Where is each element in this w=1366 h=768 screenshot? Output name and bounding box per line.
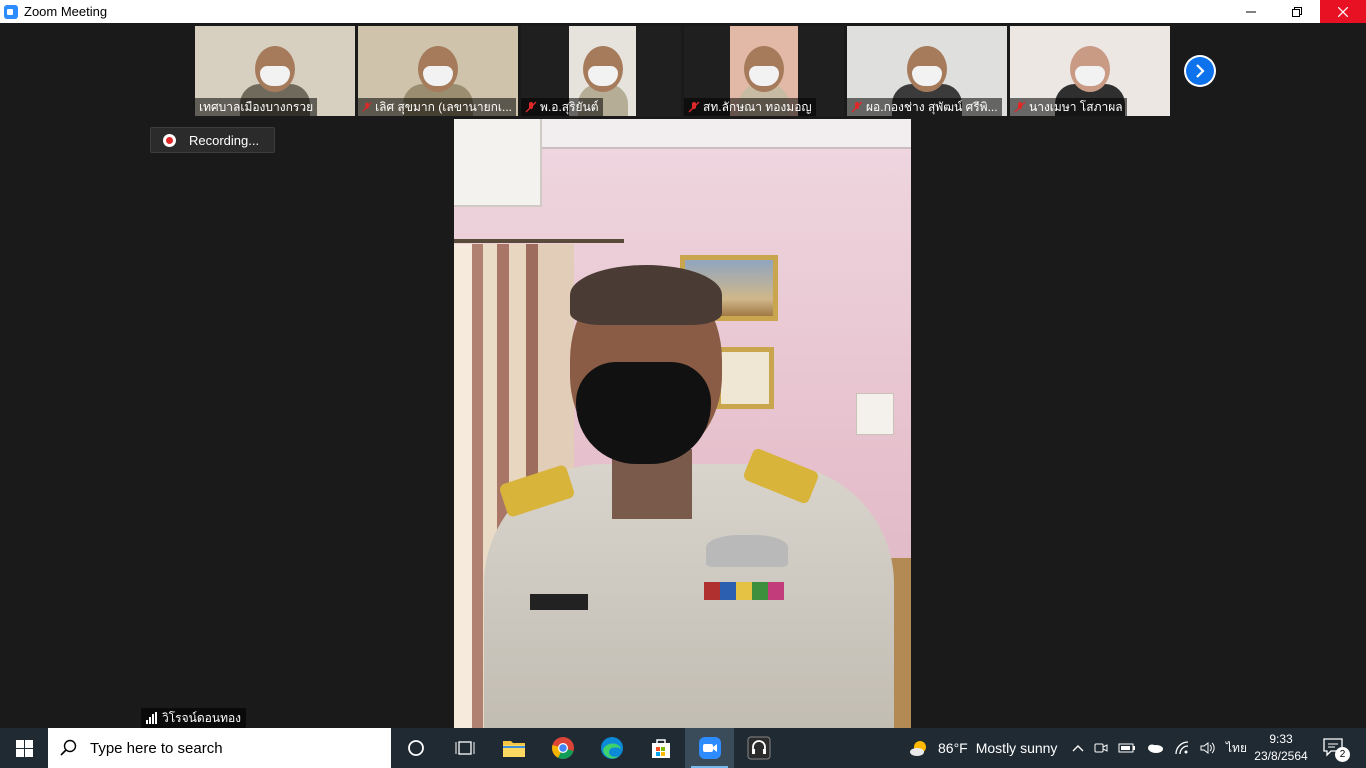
clock-time: 9:33	[1269, 732, 1293, 746]
mic-muted-icon	[362, 102, 372, 112]
chrome-button[interactable]	[538, 728, 587, 768]
active-speaker-name-bar: วิโรจน์ดอนทอง	[141, 708, 247, 728]
notification-count: 2	[1335, 747, 1350, 762]
participant-name-bar: เทศบาลเมืองบางกรวย	[195, 98, 318, 116]
start-button[interactable]	[0, 728, 48, 768]
edge-icon	[600, 737, 623, 759]
participant-tile[interactable]: พ.อ.สุริยันต์	[521, 26, 681, 116]
edge-button[interactable]	[587, 728, 636, 768]
air-conditioner	[454, 119, 542, 207]
window-title: Zoom Meeting	[24, 4, 108, 19]
cortana-button[interactable]	[391, 728, 440, 768]
restore-button[interactable]	[1274, 0, 1320, 23]
action-center-button[interactable]: 2	[1322, 736, 1350, 762]
recording-label: Recording...	[189, 132, 260, 148]
participant-name-bar: ผอ.กองช่าง สุพัฒน์ ศรีพิ...	[847, 98, 1002, 116]
participant-tile[interactable]: นางเมษา โสภาผล	[1010, 26, 1170, 116]
wall-switch	[856, 393, 894, 435]
system-tray: ไทย	[1072, 728, 1247, 768]
chrome-icon	[551, 737, 574, 759]
participant-name-bar: นางเมษา โสภาผล	[1010, 98, 1127, 116]
wall-picture	[716, 347, 774, 409]
windows-taskbar: Type here to search 86°F Mostly sunny ไท…	[0, 728, 1366, 768]
minimize-icon	[1246, 11, 1256, 12]
mic-muted-icon	[525, 101, 537, 113]
next-participants-button[interactable]	[1184, 55, 1216, 87]
cortana-icon	[407, 740, 424, 756]
participant-name: นางเมษา โสภาผล	[1029, 100, 1123, 114]
active-speaker-name: วิโรจน์ดอนทอง	[162, 711, 242, 725]
chevron-up-icon[interactable]	[1072, 743, 1084, 753]
mic-muted-icon	[1014, 101, 1026, 113]
meet-now-icon[interactable]	[1094, 741, 1108, 755]
speaker-mask	[576, 362, 711, 464]
active-speaker-video[interactable]	[454, 119, 911, 728]
window-title-bar: Zoom Meeting	[0, 0, 1366, 23]
task-view-icon	[455, 741, 474, 755]
mic-muted-icon	[851, 101, 863, 113]
partly-sunny-icon	[910, 741, 926, 756]
input-language[interactable]: ไทย	[1226, 739, 1247, 758]
meeting-area: เทศบาลเมืองบางกรวย เลิศ สุขมาก (เลขานายก…	[0, 23, 1366, 728]
weather-condition: Mostly sunny	[975, 740, 1058, 756]
participant-name-bar: พ.อ.สุริยันต์	[521, 98, 603, 116]
window-controls	[1228, 0, 1366, 23]
weather-widget[interactable]: 86°F Mostly sunny	[908, 728, 1057, 768]
participant-name-bar: สท.ลักษณา ทองมอญ	[684, 98, 816, 116]
file-explorer-button[interactable]	[489, 728, 538, 768]
minimize-button[interactable]	[1228, 0, 1274, 23]
record-icon	[163, 133, 176, 147]
battery-icon[interactable]	[1118, 742, 1136, 754]
volume-icon[interactable]	[1200, 741, 1216, 755]
zoom-app-icon	[4, 4, 18, 19]
headset-icon	[747, 736, 770, 760]
participant-tile[interactable]: เลิศ สุขมาก (เลขานายกเ...	[358, 26, 518, 116]
clock-date: 23/8/2564	[1254, 749, 1308, 763]
store-button[interactable]	[636, 728, 685, 768]
close-button[interactable]	[1320, 0, 1366, 23]
chevron-right-icon	[1196, 64, 1205, 78]
headset-app-button[interactable]	[734, 728, 783, 768]
participant-name: เลิศ สุขมาก (เลขานายกเ...	[375, 100, 512, 114]
participant-tile[interactable]: ผอ.กองช่าง สุพัฒน์ ศรีพิ...	[847, 26, 1007, 116]
participant-name: สท.ลักษณา ทองมอญ	[703, 100, 812, 114]
mic-muted-icon	[688, 101, 700, 113]
restore-icon	[1292, 6, 1302, 17]
zoom-taskbar-button[interactable]	[685, 728, 734, 768]
windows-logo-icon	[15, 739, 33, 757]
participant-name: ผอ.กองช่าง สุพัฒน์ ศรีพิ...	[866, 100, 998, 114]
wifi-icon[interactable]	[1174, 741, 1190, 755]
participant-name-bar: เลิศ สุขมาก (เลขานายกเ...	[358, 98, 516, 116]
signal-strength-icon	[146, 712, 157, 724]
zoom-icon	[698, 737, 721, 759]
taskbar-search-box[interactable]: Type here to search	[48, 728, 391, 768]
participant-name: เทศบาลเมืองบางกรวย	[199, 100, 314, 114]
search-placeholder: Type here to search	[90, 739, 223, 757]
participant-tile[interactable]: เทศบาลเมืองบางกรวย	[195, 26, 355, 116]
close-icon	[1338, 6, 1348, 17]
participant-strip: เทศบาลเมืองบางกรวย เลิศ สุขมาก (เลขานายก…	[195, 26, 1170, 116]
store-icon	[651, 739, 670, 758]
recording-indicator[interactable]: Recording...	[150, 127, 275, 153]
participant-name: พ.อ.สุริยันต์	[540, 100, 599, 114]
search-icon	[60, 739, 77, 756]
task-view-button[interactable]	[440, 728, 489, 768]
participant-tile[interactable]: สท.ลักษณา ทองมอญ	[684, 26, 844, 116]
folder-icon	[502, 741, 525, 757]
onedrive-icon[interactable]	[1146, 742, 1164, 754]
weather-temperature: 86°F	[938, 740, 968, 756]
taskbar-clock[interactable]: 9:33 23/8/2564	[1250, 731, 1312, 765]
